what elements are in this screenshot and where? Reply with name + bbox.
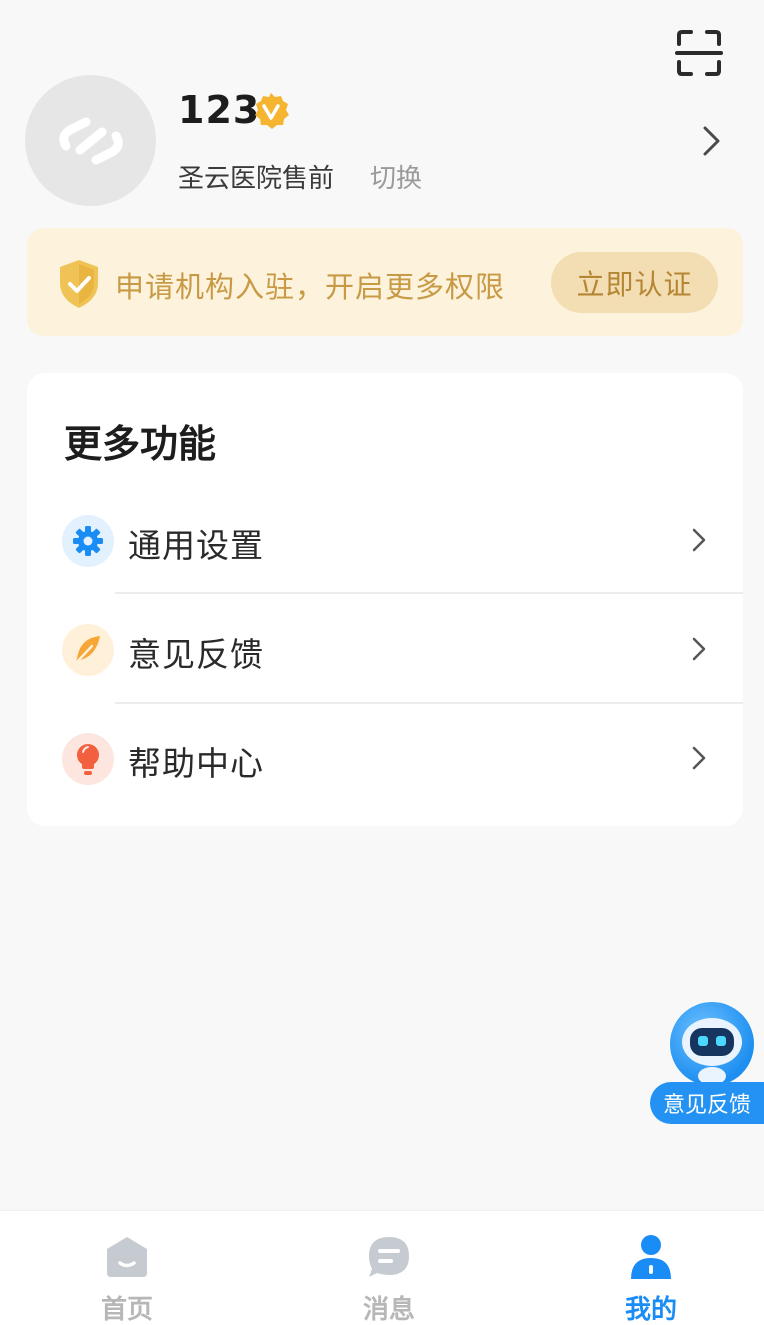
tab-mine[interactable]: 我的 xyxy=(524,1211,764,1325)
menu-item-label: 通用设置 xyxy=(128,526,264,565)
user-icon xyxy=(627,1233,675,1281)
chevron-right-icon[interactable] xyxy=(700,124,724,158)
lightbulb-icon xyxy=(62,733,114,785)
bottom-tab-bar: 首页 消息 我的 xyxy=(0,1210,764,1325)
gear-icon xyxy=(62,515,114,567)
profile-page: 123 圣云医院售前 切换 申请机构入驻，开启更多权限 立即认证 更多功能 通用… xyxy=(0,0,764,1325)
certification-banner[interactable]: 申请机构入驻，开启更多权限 立即认证 xyxy=(27,228,743,336)
section-title: 更多功能 xyxy=(64,422,217,466)
message-icon xyxy=(365,1233,413,1281)
switch-organization-link[interactable]: 切换 xyxy=(370,158,422,195)
tab-label: 我的 xyxy=(624,1295,677,1325)
menu-item-label: 意见反馈 xyxy=(128,635,264,674)
organization-name: 圣云医院售前 xyxy=(178,164,335,194)
tab-label: 消息 xyxy=(362,1295,415,1325)
menu-item-feedback[interactable]: 意见反馈 xyxy=(27,596,743,705)
floating-feedback-label: 意见反馈 xyxy=(650,1082,764,1124)
tab-home[interactable]: 首页 xyxy=(0,1211,254,1325)
chevron-right-icon xyxy=(691,636,707,662)
divider xyxy=(115,592,743,594)
home-icon xyxy=(103,1233,151,1281)
verified-badge-icon xyxy=(252,92,290,130)
menu-item-label: 帮助中心 xyxy=(128,744,264,783)
tab-label: 首页 xyxy=(100,1295,153,1325)
floating-feedback-button[interactable]: 意见反馈 xyxy=(650,1000,764,1126)
feather-icon xyxy=(62,624,114,676)
username: 123 xyxy=(178,88,261,132)
menu-item-help-center[interactable]: 帮助中心 xyxy=(27,705,743,814)
robot-icon xyxy=(670,1002,754,1086)
chevron-right-icon xyxy=(691,745,707,771)
shield-check-icon xyxy=(57,258,101,310)
more-features-card: 更多功能 通用设置 意见反馈 帮助中心 xyxy=(27,373,743,826)
menu-item-general-settings[interactable]: 通用设置 xyxy=(27,487,743,596)
scan-icon[interactable] xyxy=(672,26,726,80)
avatar[interactable] xyxy=(25,75,156,206)
certify-now-button[interactable]: 立即认证 xyxy=(551,252,718,313)
divider xyxy=(115,702,743,704)
tab-messages[interactable]: 消息 xyxy=(262,1211,516,1325)
banner-text: 申请机构入驻，开启更多权限 xyxy=(115,270,506,304)
chevron-right-icon xyxy=(691,527,707,553)
app-logo-icon xyxy=(58,117,123,164)
